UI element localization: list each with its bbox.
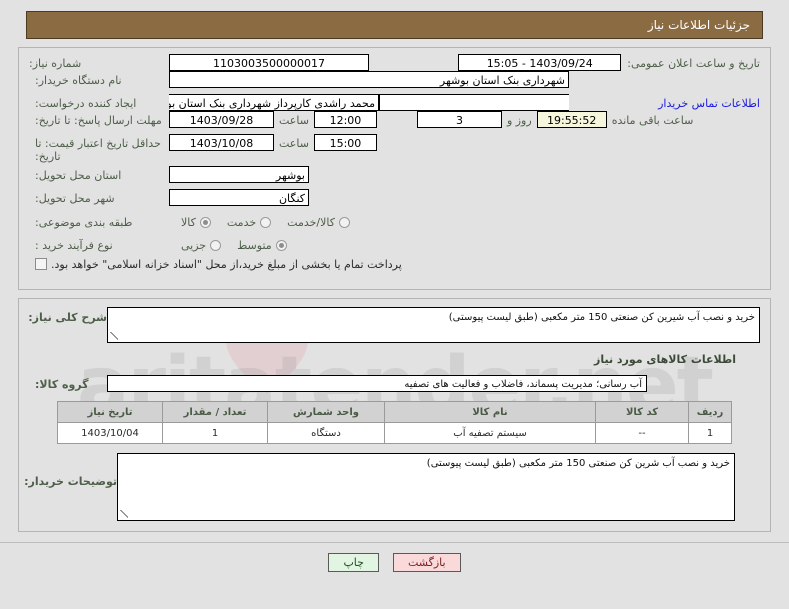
price-validity-time-label: ساعت xyxy=(279,137,309,150)
th-name: نام کالا xyxy=(384,401,596,423)
category-option-1-label: کالا xyxy=(181,215,196,229)
category-option-3[interactable]: کالا/خدمت xyxy=(275,216,354,229)
treasury-checkbox[interactable] xyxy=(35,258,47,270)
buyer-notes-textarea[interactable]: خرید و نصب آب شرین کن صنعتی 150 متر مکعب… xyxy=(117,453,735,521)
process-option-1[interactable]: جزیی xyxy=(169,239,225,252)
category-option-3-label: کالا/خدمت xyxy=(287,215,335,229)
buyer-notes-label: توضیحات خریدار: xyxy=(24,475,117,488)
cell-unit: دستگاه xyxy=(267,422,385,444)
response-deadline-time-label: ساعت xyxy=(279,114,309,127)
page-title: جزئیات اطلاعات نیاز xyxy=(26,11,763,39)
description-fieldset: خرید و نصب آب شیرین کن صنعتی 150 متر مکع… xyxy=(18,298,771,532)
buyer-contact-link[interactable]: اطلاعات تماس خریدار xyxy=(658,94,760,110)
buyer-org-field[interactable]: شهرداری بنک استان بوشهر xyxy=(169,71,569,88)
need-number-label: شماره نیاز: xyxy=(29,57,82,70)
radio-khedmat-icon[interactable] xyxy=(260,216,272,228)
radio-motavaset-icon[interactable] xyxy=(275,239,287,251)
need-info-fieldset: تاریخ و ساعت اعلان عمومی: 1403/09/24 - 1… xyxy=(18,47,771,290)
response-deadline-time-field[interactable]: 12:00 xyxy=(313,111,377,128)
th-code: کد کالا xyxy=(595,401,689,423)
goods-section-heading: اطلاعات کالاهای مورد نیاز xyxy=(594,353,736,366)
row-buyer-notes: خرید و نصب آب شرین کن صنعتی 150 متر مکعب… xyxy=(24,453,760,521)
province-field[interactable]: بوشهر xyxy=(169,166,309,183)
price-validity-date-field[interactable]: 1403/10/08 xyxy=(169,134,274,151)
description-textarea[interactable]: خرید و نصب آب شیرین کن صنعتی 150 متر مکع… xyxy=(107,307,760,343)
city-label: شهر محل تحویل: xyxy=(35,192,115,205)
remaining-days-field: 3 xyxy=(416,111,502,128)
th-qty: تعداد / مقدار xyxy=(162,401,268,423)
description-label: شرح کلی نیاز: xyxy=(28,311,107,324)
print-button[interactable]: چاپ xyxy=(328,553,379,572)
process-option-1-label: جزیی xyxy=(181,238,207,252)
row-process-type: متوسط جزیی نوع فرآیند خرید : xyxy=(29,235,760,255)
need-number-field[interactable]: 1103003500000017 xyxy=(169,54,369,71)
response-deadline-date-field[interactable]: 1403/09/28 xyxy=(169,111,274,128)
th-unit: واحد شمارش xyxy=(267,401,385,423)
row-buyer-org: شهرداری بنک استان بوشهر نام دستگاه خریدا… xyxy=(29,71,760,91)
countdown-field: 19:55:52 xyxy=(536,111,607,128)
back-button[interactable]: بازگشت xyxy=(392,553,461,572)
cell-code: -- xyxy=(595,422,689,444)
goods-group-label: گروه کالا: xyxy=(35,378,89,391)
row-province: بوشهر استان محل تحویل: xyxy=(29,166,760,186)
category-option-1[interactable]: کالا xyxy=(169,216,215,229)
cell-name: سیستم تصفیه آب xyxy=(384,422,596,444)
row-city: کنگان شهر محل تحویل: xyxy=(29,189,760,209)
row-price-validity: 15:00 ساعت 1403/10/08 حداقل تاریخ اعتبار… xyxy=(29,134,760,163)
requester-label: ایجاد کننده درخواست: xyxy=(35,97,137,110)
announce-datetime-field[interactable]: 1403/09/24 - 15:05 xyxy=(458,54,622,71)
category-option-2[interactable]: خدمت xyxy=(215,216,275,229)
cell-radif: 1 xyxy=(688,422,732,444)
category-label: طبقه بندی موضوعی: xyxy=(35,215,133,229)
goods-group-field[interactable]: آب رسانی؛ مدیریت پسماند، فاضلاب و فعالیت… xyxy=(107,375,647,392)
radio-jozii-icon[interactable] xyxy=(210,239,222,251)
process-type-label: نوع فرآیند خرید : xyxy=(35,238,113,252)
footer-button-bar: بازگشت چاپ xyxy=(0,553,789,572)
radio-kala-khedmat-icon[interactable] xyxy=(339,216,350,228)
row-need-number: تاریخ و ساعت اعلان عمومی: 1403/09/24 - 1… xyxy=(29,54,760,71)
table-row: 1 -- سیستم تصفیه آب دستگاه 1 1403/10/04 xyxy=(57,422,732,444)
price-validity-label: حداقل تاریخ اعتبار قیمت: تا تاریخ: xyxy=(35,137,161,163)
row-requester: اطلاعات تماس خریدار محمد راشدی کارپرداز … xyxy=(29,94,760,111)
table-header-row: ردیف کد کالا نام کالا واحد شمارش تعداد /… xyxy=(57,401,732,423)
page-root: جزئیات اطلاعات نیاز تاریخ و ساعت اعلان ع… xyxy=(0,11,789,609)
response-deadline-label: مهلت ارسال پاسخ: تا تاریخ: xyxy=(35,114,162,127)
row-category: کالا/خدمت خدمت کالا طبقه بندی موضوعی: xyxy=(29,212,760,232)
radio-kala-icon[interactable] xyxy=(199,216,211,228)
cell-qty: 1 xyxy=(162,422,268,444)
cell-need-date: 1403/10/04 xyxy=(57,422,163,444)
th-radif: ردیف xyxy=(688,401,732,423)
city-field[interactable]: کنگان xyxy=(169,189,309,206)
category-option-2-label: خدمت xyxy=(226,215,257,229)
items-table-wrapper: ردیف کد کالا نام کالا واحد شمارش تعداد /… xyxy=(57,401,732,444)
price-validity-time-field[interactable]: 15:00 xyxy=(313,134,377,151)
requester-field-spacer[interactable] xyxy=(379,94,569,111)
th-need-date: تاریخ نیاز xyxy=(57,401,163,423)
items-table: ردیف کد کالا نام کالا واحد شمارش تعداد /… xyxy=(57,401,732,444)
row-response-deadline: ساعت باقی مانده 19:55:52 روز و 3 12:00 س… xyxy=(29,111,760,131)
countdown-suffix-label: ساعت باقی مانده xyxy=(611,114,694,127)
page-title-text: جزئیات اطلاعات نیاز xyxy=(647,18,750,32)
province-label: استان محل تحویل: xyxy=(35,169,122,182)
row-description: خرید و نصب آب شیرین کن صنعتی 150 متر مکع… xyxy=(28,307,760,343)
row-treasury-checkbox: پرداخت تمام یا بخشی از مبلغ خرید،از محل … xyxy=(29,258,760,278)
footer-divider xyxy=(0,542,789,543)
treasury-checkbox-label: پرداخت تمام یا بخشی از مبلغ خرید،از محل … xyxy=(51,258,402,271)
requester-field[interactable]: محمد راشدی کارپرداز شهرداری بنک استان بو… xyxy=(169,94,379,111)
days-suffix-label: روز و xyxy=(506,114,532,127)
process-option-2[interactable]: متوسط xyxy=(225,239,291,252)
buyer-org-label: نام دستگاه خریدار: xyxy=(35,74,122,87)
announce-label: تاریخ و ساعت اعلان عمومی: xyxy=(627,57,760,70)
row-goods-group: آب رسانی؛ مدیریت پسماند، فاضلاب و فعالیت… xyxy=(29,375,760,392)
process-option-2-label: متوسط xyxy=(237,238,272,252)
